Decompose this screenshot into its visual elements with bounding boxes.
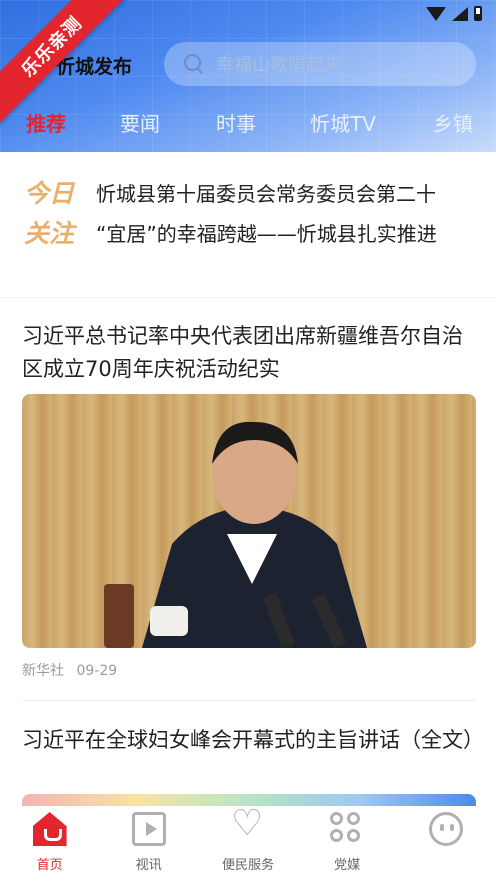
news-date: 09-29 [76, 663, 118, 679]
party-media-icon [330, 812, 364, 846]
today-focus-label-line2: 关注 [24, 219, 75, 248]
nav-party-media-label: 党媒 [334, 858, 361, 873]
search-placeholder: 幸福山歌唱起来 [216, 55, 342, 76]
today-focus-item[interactable]: 忻城县第十届委员会常务委员会第二十 [96, 174, 496, 214]
news-meta: 新华社 09-29 [22, 660, 476, 680]
nav-party-media[interactable]: 党媒 [298, 806, 397, 883]
nav-video-label: 视讯 [135, 858, 162, 873]
news-title[interactable]: 习近平在全球妇女峰会开幕式的主旨讲话（全文） [22, 724, 484, 757]
search-bar[interactable]: 幸福山歌唱起来 [164, 42, 476, 86]
tab-recommend[interactable]: 推荐 [26, 108, 66, 137]
today-focus-label: 今日 关注 [24, 174, 84, 254]
nav-services-label: 便民服务 [221, 858, 274, 873]
heart-hands-icon [231, 806, 265, 846]
news-photo-illustration [104, 421, 367, 648]
today-focus-section: 今日 关注 忻城县第十届委员会常务委员会第二十 “宜居”的幸福跨越——忻城县扎实… [0, 152, 496, 298]
today-focus-label-line1: 今日 [24, 179, 75, 208]
bottom-navigation: 首页 视讯 便民服务 党媒 [0, 806, 496, 883]
video-icon [131, 812, 166, 846]
nav-home-label: 首页 [36, 858, 63, 873]
tab-townships[interactable]: 乡镇 [433, 108, 473, 137]
search-icon [184, 54, 204, 74]
app-header: 忻城发布 幸福山歌唱起来 推荐 要闻 时事 忻城TV 乡镇 乐乐亲测 [0, 0, 496, 152]
tab-headlines[interactable]: 要闻 [120, 108, 160, 137]
cell-signal-icon [452, 6, 468, 21]
divider [22, 700, 476, 701]
news-card[interactable]: 习近平在全球妇女峰会开幕式的主旨讲话（全文） [22, 724, 484, 757]
news-source: 新华社 [22, 663, 64, 679]
nav-services[interactable]: 便民服务 [198, 806, 297, 883]
news-card[interactable]: 习近平总书记率中央代表团出席新疆维吾尔自治区成立70周年庆祝活动纪实 新华社 0… [22, 320, 476, 680]
today-focus-item[interactable]: “宜居”的幸福跨越——忻城县扎实推进 [96, 214, 496, 254]
nav-home[interactable]: 首页 [0, 806, 99, 883]
today-focus-list: 忻城县第十届委员会常务委员会第二十 “宜居”的幸福跨越——忻城县扎实推进 [96, 174, 496, 254]
tab-current-affairs[interactable]: 时事 [216, 108, 256, 137]
channel-tabs: 推荐 要闻 时事 忻城TV 乡镇 [0, 108, 496, 142]
news-image[interactable] [22, 394, 476, 648]
home-icon [32, 812, 67, 846]
tab-xincheng-tv[interactable]: 忻城TV [310, 108, 376, 137]
app-name: 忻城发布 [56, 56, 133, 78]
news-title[interactable]: 习近平总书记率中央代表团出席新疆维吾尔自治区成立70周年庆祝活动纪实 [22, 320, 476, 386]
status-bar [426, 6, 482, 21]
nav-mine[interactable] [397, 806, 496, 883]
battery-icon [474, 6, 482, 21]
smile-icon [429, 812, 464, 846]
wifi-icon [426, 6, 446, 21]
nav-video[interactable]: 视讯 [99, 806, 198, 883]
